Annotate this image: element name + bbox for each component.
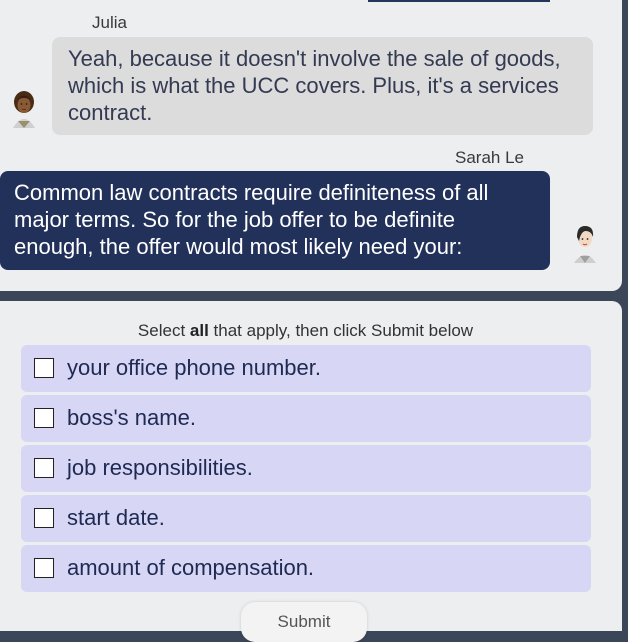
option-label: amount of compensation. (67, 555, 315, 580)
question-panel: Select all that apply, then click Submit… (0, 301, 622, 642)
option-start-date[interactable]: start date. (21, 495, 591, 542)
option-boss-name[interactable]: boss's name. (21, 395, 591, 442)
sender-name-julia: Julia (92, 13, 127, 32)
checkbox[interactable] (34, 508, 54, 528)
option-label: job responsibilities. (67, 455, 253, 480)
option-label: start date. (67, 505, 165, 530)
chat-panel: Julia Yeah, because it doesn't involve t… (0, 0, 622, 291)
sender-name-sarah: Sarah Le (455, 148, 524, 167)
option-label: your office phone number. (67, 355, 321, 380)
julia-avatar-icon (13, 91, 35, 128)
option-label: boss's name. (67, 405, 196, 430)
option-compensation[interactable]: amount of compensation. (21, 545, 591, 592)
option-office-phone[interactable]: your office phone number. (21, 345, 591, 392)
checkbox[interactable] (34, 358, 54, 378)
instruction-text: Select all that apply, then click Submit… (0, 321, 611, 341)
option-job-responsibilities[interactable]: job responsibilities. (21, 445, 591, 492)
checkbox[interactable] (34, 408, 54, 428)
checkbox[interactable] (34, 458, 54, 478)
instruction-emphasis: all (189, 321, 209, 340)
submit-button[interactable]: Submit (241, 602, 367, 642)
message-bubble-julia: Yeah, because it doesn't involve the sal… (52, 37, 593, 135)
instruction-prefix: Select (137, 321, 190, 340)
divider (368, 0, 550, 2)
instruction-suffix: that apply, then click Submit below (208, 321, 474, 340)
sarah-avatar-icon (574, 226, 596, 263)
checkbox[interactable] (34, 558, 54, 578)
message-bubble-sarah: Common law contracts require definitenes… (0, 171, 550, 270)
